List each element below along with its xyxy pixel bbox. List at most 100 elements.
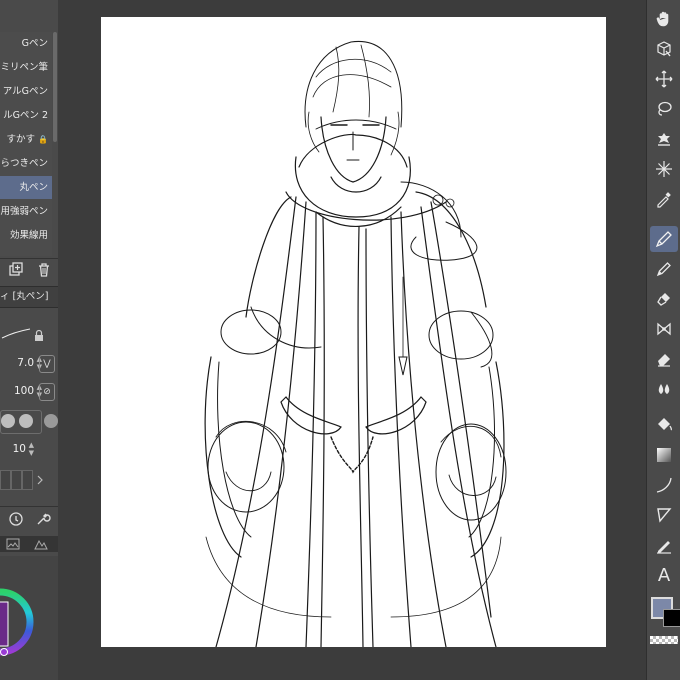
segment-2[interactable]: [11, 470, 22, 490]
pencil-icon: [656, 262, 671, 277]
tool-pen[interactable]: [650, 226, 678, 252]
mountain-icon[interactable]: [34, 538, 48, 550]
sub-tool-maru-pen[interactable]: 丸ペン: [0, 176, 52, 199]
opacity-value[interactable]: 100: [14, 385, 34, 397]
tool-pencil[interactable]: [650, 256, 678, 282]
line-art-sketch: [204, 40, 507, 648]
sub-tool-real-g-pen-2[interactable]: ルGペン 2: [0, 104, 52, 127]
sub-tool-label: ミリペン筆: [0, 62, 48, 73]
panel-tab-strip: [0, 536, 58, 552]
color-wheel-area: [0, 556, 58, 680]
tool-fill[interactable]: [650, 412, 678, 438]
lock-icon: 🔒: [38, 135, 48, 144]
tool-move[interactable]: [650, 66, 678, 92]
ruler-pen-icon: [657, 541, 671, 554]
sub-tool-label: 丸ペン: [19, 182, 48, 193]
segment-1[interactable]: [0, 470, 11, 490]
stabilization-value[interactable]: 10: [13, 443, 26, 455]
auto-select-icon: [658, 133, 670, 146]
sub-tool-label: らつきペン: [0, 158, 48, 169]
duplicate-icon[interactable]: [8, 262, 24, 278]
sub-tool-real-g-pen[interactable]: アルGペン: [0, 80, 52, 103]
tool-eyedropper[interactable]: [650, 186, 678, 212]
image-icon[interactable]: [6, 538, 20, 550]
sub-tool-label: アルGペン: [2, 86, 48, 97]
anti-alias-segments: [0, 468, 58, 492]
panel-footer: [0, 506, 58, 531]
tool-gradient[interactable]: [650, 442, 678, 468]
brush-size-value[interactable]: 7.0: [17, 357, 34, 369]
tool-figure[interactable]: [650, 502, 678, 528]
sub-tool-label: ルGペン 2: [3, 110, 48, 121]
hand-icon: [656, 11, 669, 27]
sub-tool-pressure-pen[interactable]: 用強弱ペン: [0, 200, 52, 223]
gradient-icon: [657, 448, 671, 462]
tool-auto-select[interactable]: [650, 126, 678, 152]
stroke-preview: [1, 328, 43, 342]
brush-tip-row: [0, 408, 58, 434]
tool-property-header[interactable]: ィ [丸ペン]: [0, 286, 58, 308]
opacity-toggle[interactable]: ⊘: [39, 383, 55, 401]
sparkle-icon: [656, 161, 672, 177]
transparent-color-swatch[interactable]: [650, 636, 678, 644]
drawing-canvas[interactable]: [101, 17, 606, 648]
tool-ruler-pen[interactable]: [650, 532, 678, 558]
sub-tool-g-pen[interactable]: Gペン: [0, 32, 52, 55]
brush-icon: [657, 293, 670, 306]
segment-3[interactable]: [22, 470, 33, 490]
sub-tool-label: 効果線用: [9, 230, 48, 241]
tool-curve[interactable]: [650, 472, 678, 498]
eyedropper-icon: [657, 192, 671, 208]
sub-tool-sukasu[interactable]: すかす 🔒: [0, 128, 52, 151]
sub-tool-label: すかす: [6, 134, 36, 145]
tool-hand[interactable]: [650, 6, 678, 32]
pressure-toggle[interactable]: ⋁: [39, 355, 55, 373]
eraser-icon: [658, 354, 670, 367]
tool-text[interactable]: A: [650, 562, 678, 588]
sub-tool-label: 用強弱ペン: [0, 206, 48, 217]
brush-size-row: 7.0 ▲ ▼ ⋁: [0, 352, 58, 376]
tool-lasso[interactable]: [650, 96, 678, 122]
color-wheel[interactable]: [0, 566, 36, 676]
curve-icon: [656, 477, 672, 493]
brush-tip-alt[interactable]: [44, 414, 58, 428]
list-scrollbar[interactable]: [53, 32, 57, 142]
tool-sparkle[interactable]: [650, 156, 678, 182]
decoration-icon: [657, 322, 671, 336]
tool-palette: A: [646, 0, 680, 680]
sub-tool-list: Gペン ミリペン筆 アルGペン ルGペン 2 すかす 🔒 らつきペン 丸ペン 用強…: [0, 32, 52, 256]
lock-icon[interactable]: [35, 329, 43, 342]
chevron-right-icon[interactable]: [36, 475, 44, 485]
lasso-icon: [658, 101, 672, 116]
figure-icon: [657, 508, 672, 523]
tool-brush[interactable]: [650, 286, 678, 312]
stabilization-row: 10 ▲ ▼: [0, 438, 58, 462]
sub-tool-textured-pen[interactable]: らつきペン: [0, 152, 52, 175]
tool-object[interactable]: [650, 36, 678, 62]
brush-tip-hard[interactable]: [1, 414, 15, 428]
wrench-icon[interactable]: [35, 511, 51, 527]
canvas-area[interactable]: [58, 0, 646, 680]
sub-color-swatch[interactable]: [663, 609, 680, 627]
tool-eraser[interactable]: [650, 346, 678, 372]
fill-icon: [658, 418, 673, 431]
object-icon: [657, 41, 671, 57]
sub-tool-actions: [0, 258, 58, 281]
move-icon: [655, 70, 673, 88]
trash-icon[interactable]: [36, 262, 52, 278]
text-icon: A: [657, 564, 671, 586]
brush-tip-soft[interactable]: [19, 414, 33, 428]
sub-tool-label: Gペン: [21, 38, 48, 49]
sub-tool-mapping-pen[interactable]: ミリペン筆: [0, 56, 52, 79]
sub-tool-effect-line[interactable]: 効果線用: [0, 224, 52, 247]
stabilization-stepper[interactable]: ▲ ▼: [29, 441, 34, 457]
blend-icon: [658, 384, 670, 394]
tool-decoration[interactable]: [650, 316, 678, 342]
opacity-row: 100 ▲ ▼ ⊘: [0, 380, 58, 404]
tool-property-title: ィ [丸ペン]: [0, 291, 49, 302]
pen-icon: [655, 231, 672, 248]
tool-blend[interactable]: [650, 376, 678, 402]
brush-panel: Gペン ミリペン筆 アルGペン ルGペン 2 すかす 🔒 らつきペン 丸ペン 用強…: [0, 0, 59, 680]
color-picker-cursor[interactable]: [0, 648, 8, 656]
reset-icon[interactable]: [8, 511, 24, 527]
